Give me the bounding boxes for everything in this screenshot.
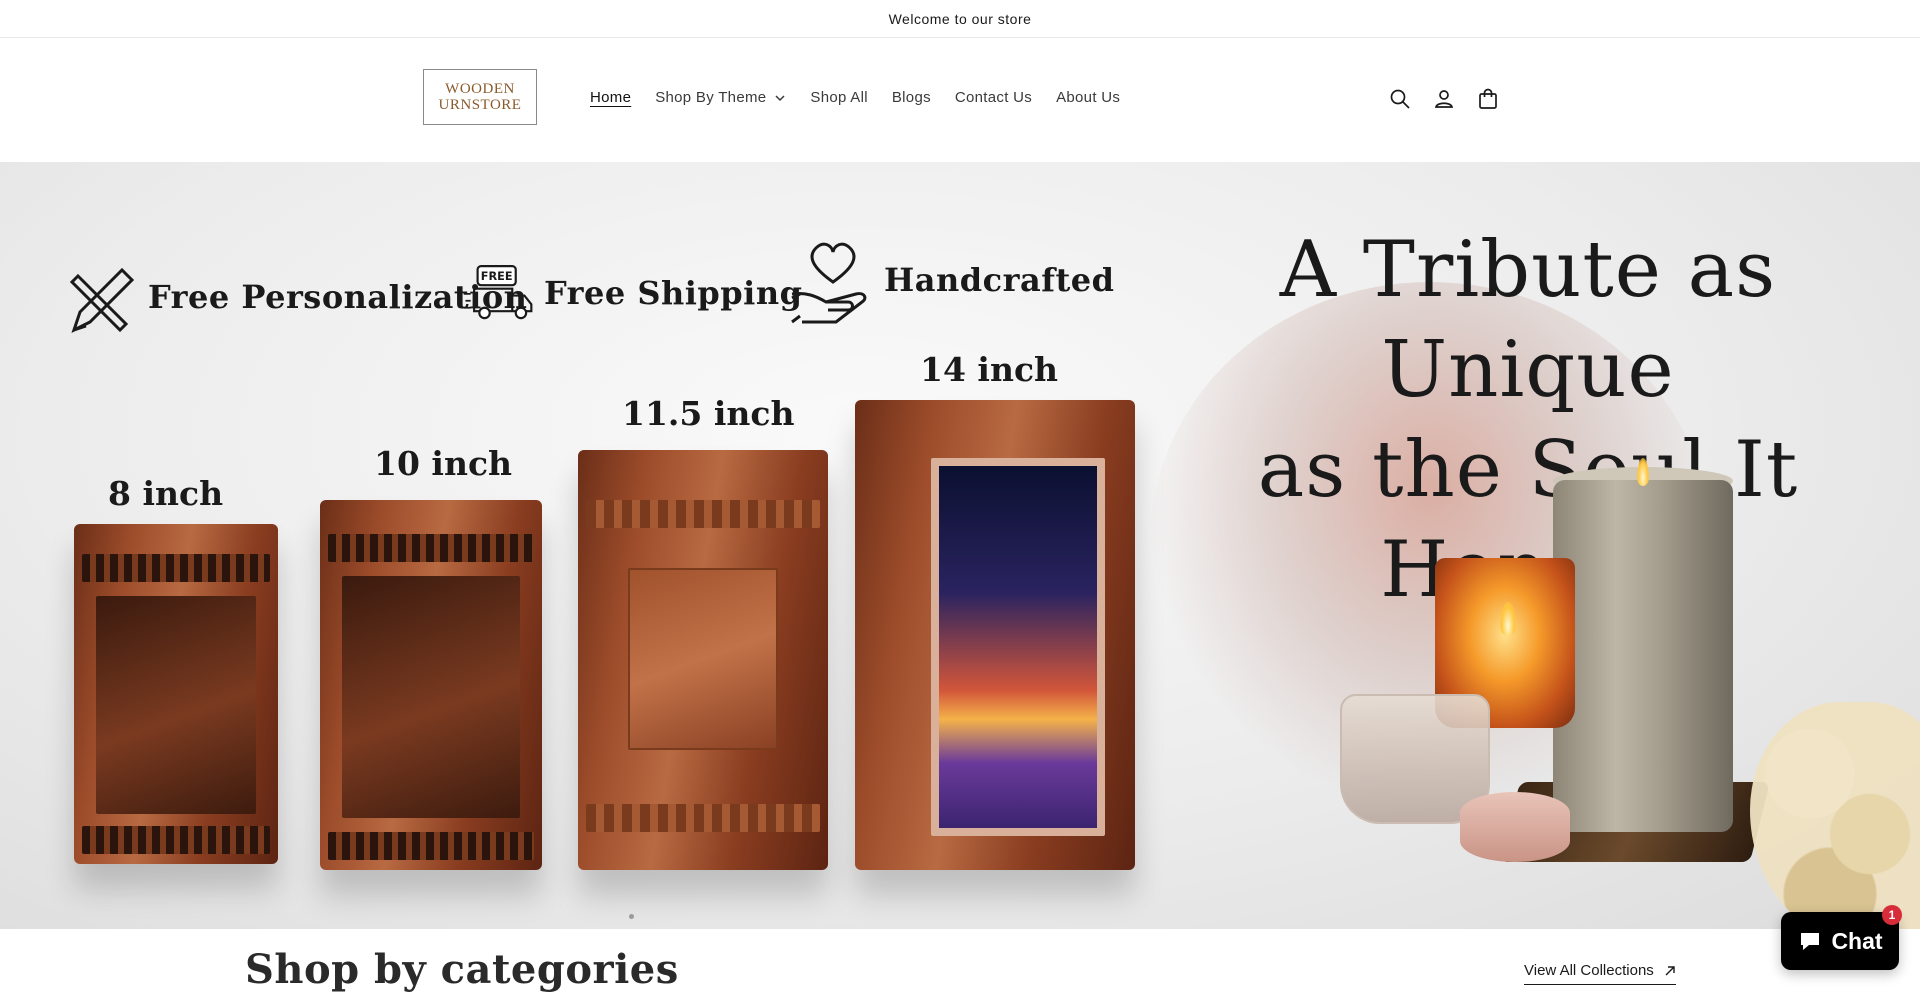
size-label-11-5-inch: 11.5 inch xyxy=(622,394,795,433)
logo-line-2: URNSTORE xyxy=(438,97,522,113)
chevron-down-icon xyxy=(775,94,785,101)
feature-free-shipping: FREE Free Shipping xyxy=(462,254,802,332)
nav-blogs[interactable]: Blogs xyxy=(892,89,931,106)
feature-label: Handcrafted xyxy=(884,261,1115,299)
slideshow-dot[interactable] xyxy=(629,914,634,919)
nav-shop-by-theme[interactable]: Shop By Theme xyxy=(655,89,786,106)
categories-title: Shop by categories xyxy=(245,946,679,993)
nav-about-us[interactable]: About Us xyxy=(1056,89,1120,106)
view-all-label: View All Collections xyxy=(1524,962,1654,979)
urn-10-inch-puppy[interactable] xyxy=(320,500,542,870)
feature-free-personalization: Free Personalization xyxy=(66,258,527,336)
arrow-up-right-icon xyxy=(1665,965,1675,975)
announcement-bar: Welcome to our store xyxy=(0,0,1920,38)
main-nav: Home Shop By Theme Shop All Blogs Contac… xyxy=(590,89,1144,106)
cart-icon[interactable] xyxy=(1476,87,1500,111)
chat-label: Chat xyxy=(1831,927,1883,954)
chat-notification-badge: 1 xyxy=(1882,905,1902,925)
nav-blogs-label: Blogs xyxy=(891,89,931,106)
urn-14-inch-butterflies[interactable] xyxy=(855,400,1135,870)
pencil-icon xyxy=(69,267,135,333)
tin-candle xyxy=(1460,792,1570,862)
nav-shop-by-theme-label: Shop By Theme xyxy=(655,89,767,106)
nav-home[interactable]: Home xyxy=(590,89,631,106)
nav-shop-all[interactable]: Shop All xyxy=(810,89,867,106)
size-label-8-inch: 8 inch xyxy=(108,474,224,513)
dried-flowers xyxy=(1750,702,1920,929)
size-label-14-inch: 14 inch xyxy=(920,350,1059,389)
urn-8-inch-church[interactable] xyxy=(74,524,278,864)
logo-line-1: WOODEN xyxy=(445,81,515,97)
view-all-collections-link[interactable]: View All Collections xyxy=(1524,962,1676,985)
urn-11-5-inch-wolf[interactable] xyxy=(578,450,828,870)
pillar-candle xyxy=(1553,480,1733,832)
hero-banner[interactable]: Free Personalization FREE Free Shipping … xyxy=(0,162,1920,929)
feature-handcrafted: Handcrafted xyxy=(786,232,1114,328)
nav-home-label: Home xyxy=(590,89,632,106)
nav-contact-us-label: Contact Us xyxy=(954,89,1033,106)
headline-line-1: A Tribute as Unique xyxy=(1279,225,1777,415)
size-label-10-inch: 10 inch xyxy=(374,444,513,483)
chat-bubble-icon xyxy=(1801,933,1820,950)
free-tag-text: FREE xyxy=(481,270,513,283)
delivery-truck-icon: FREE xyxy=(463,265,533,320)
store-logo[interactable]: WOODEN URNSTORE xyxy=(423,69,537,125)
heart-hand-icon xyxy=(791,242,867,324)
nav-contact-us[interactable]: Contact Us xyxy=(955,89,1032,106)
header-actions xyxy=(1388,87,1500,111)
site-header: WOODEN URNSTORE Home Shop By Theme Shop … xyxy=(0,39,1920,162)
chat-button[interactable]: Chat xyxy=(1781,912,1899,970)
announcement-text: Welcome to our store xyxy=(888,10,1032,27)
search-icon[interactable] xyxy=(1388,87,1412,111)
feature-label: Free Shipping xyxy=(544,274,803,312)
nav-shop-all-label: Shop All xyxy=(810,89,868,106)
account-icon[interactable] xyxy=(1432,87,1456,111)
nav-about-us-label: About Us xyxy=(1056,89,1121,106)
